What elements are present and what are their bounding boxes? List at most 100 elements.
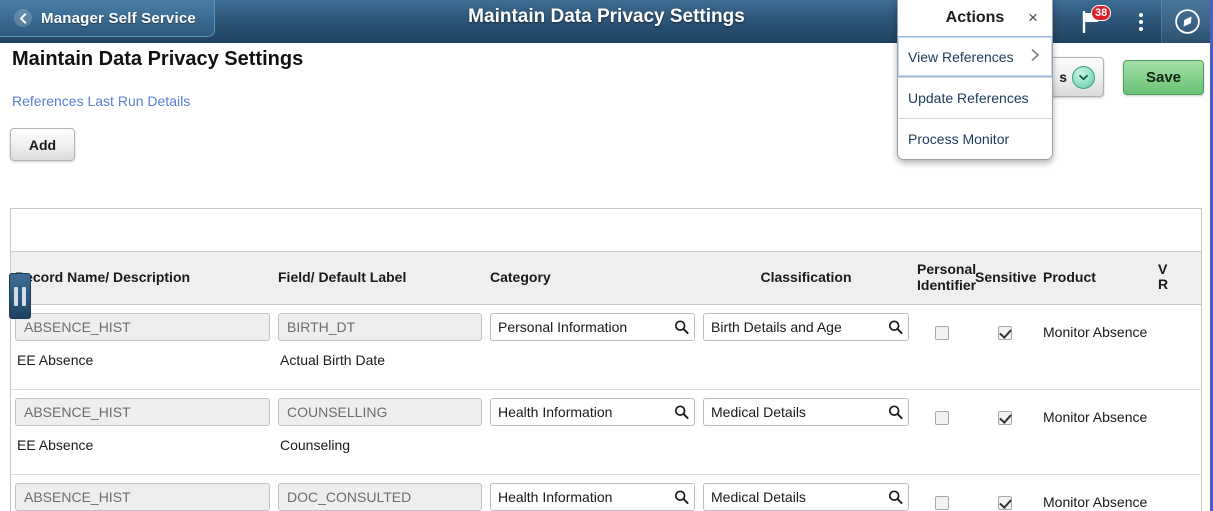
table-row: ABSENCE_HIST EE Absence COUNSELLING Coun… [11, 389, 1201, 475]
magnifier-icon[interactable] [674, 404, 689, 419]
chevron-down-circle-icon [1072, 65, 1095, 89]
column-header-product[interactable]: Product [1039, 252, 1154, 305]
header-icon-group: 38 [1063, 0, 1210, 43]
personal-identifier-checkbox[interactable] [935, 325, 949, 340]
classification-value: Birth Details and Age [711, 318, 842, 335]
column-header-field-label[interactable]: Field/ Default Label [274, 252, 486, 305]
category-value: Health Information [498, 488, 613, 505]
record-name-field: ABSENCE_HIST [15, 397, 270, 426]
cell-category: Personal Information [486, 304, 699, 390]
classification-value: Medical Details [711, 488, 806, 505]
record-name-field: ABSENCE_HIST [15, 312, 270, 341]
column-header-classification[interactable]: Classification [699, 252, 913, 305]
cell-product: Monitor Absence [1039, 304, 1154, 390]
classification-lookup-input[interactable]: Medical Details [703, 482, 909, 511]
chevron-right-icon [1031, 48, 1040, 65]
close-icon[interactable]: × [1024, 8, 1042, 26]
data-privacy-grid: Record Name/ Description Field/ Default … [9, 208, 1202, 511]
record-name-field: ABSENCE_HIST [15, 482, 270, 511]
table-row: ABSENCE_HIST EE Absence BIRTH_DT Actual … [11, 304, 1201, 390]
cell-classification: Medical Details [699, 389, 913, 475]
cell-category: Health Information [486, 389, 699, 475]
table-row: ABSENCE_HIST DOC_CONSULTED Health Inform… [11, 474, 1201, 511]
menu-item-process-monitor[interactable]: Process Monitor [898, 118, 1052, 159]
navigator-button[interactable] [1161, 0, 1210, 43]
personal-identifier-checkbox[interactable] [935, 495, 949, 510]
notification-flag-button[interactable]: 38 [1063, 0, 1121, 43]
classification-lookup-input[interactable]: Medical Details [703, 397, 909, 426]
kebab-menu-icon [1139, 12, 1143, 31]
magnifier-icon[interactable] [888, 319, 903, 334]
actions-popup-title: Actions [945, 8, 1005, 26]
category-lookup-input[interactable]: Health Information [490, 397, 695, 426]
column-header-sensitive[interactable]: Sensitive [971, 252, 1039, 305]
column-header-record-name[interactable]: Record Name/ Description [11, 252, 274, 305]
menu-item-update-references[interactable]: Update References [898, 77, 1052, 118]
menu-item-view-references-label: View References [908, 48, 1014, 65]
cell-sensitive [971, 304, 1039, 390]
actions-popup-header: Actions × [898, 0, 1052, 36]
back-button-label: Manager Self Service [41, 9, 196, 27]
cell-sensitive [971, 389, 1039, 475]
cell-personal-identifier [913, 304, 971, 390]
category-lookup-input[interactable]: Personal Information [490, 312, 695, 341]
cell-sensitive [971, 474, 1039, 511]
cell-record-name: ABSENCE_HIST EE Absence [11, 389, 274, 475]
actions-popup-menu: Actions × View References Update Referen… [897, 0, 1053, 160]
menu-item-update-references-label: Update References [908, 90, 1029, 106]
classification-lookup-input[interactable]: Birth Details and Age [703, 312, 909, 341]
field-default-label: Counseling [280, 436, 351, 453]
cell-product: Monitor Absence [1039, 389, 1154, 475]
cell-field-name: DOC_CONSULTED [274, 474, 486, 511]
cell-view-references [1154, 304, 1201, 390]
cell-field-name: COUNSELLING Counseling [274, 389, 486, 475]
cell-product: Monitor Absence [1039, 474, 1154, 511]
field-name-field: DOC_CONSULTED [278, 482, 482, 511]
personal-identifier-checkbox[interactable] [935, 410, 949, 425]
references-last-run-details-link[interactable]: References Last Run Details [12, 93, 190, 109]
record-description: EE Absence [17, 436, 94, 453]
back-to-manager-self-service-button[interactable]: Manager Self Service [0, 0, 215, 37]
cell-classification: Medical Details [699, 474, 913, 511]
sensitive-checkbox[interactable] [998, 495, 1012, 510]
cell-view-references [1154, 474, 1201, 511]
cell-record-name: ABSENCE_HIST [11, 474, 274, 511]
cell-personal-identifier [913, 474, 971, 511]
cell-view-references [1154, 389, 1201, 475]
classification-value: Medical Details [711, 403, 806, 420]
column-header-view-references[interactable]: VR [1154, 252, 1201, 305]
magnifier-icon[interactable] [674, 489, 689, 504]
category-value: Health Information [498, 403, 613, 420]
record-description: EE Absence [17, 351, 94, 368]
magnifier-icon[interactable] [674, 319, 689, 334]
sensitive-checkbox[interactable] [998, 410, 1012, 425]
cell-record-name: ABSENCE_HIST EE Absence [11, 304, 274, 390]
cell-classification: Birth Details and Age [699, 304, 913, 390]
notification-count-badge: 38 [1091, 5, 1112, 21]
field-name-field: COUNSELLING [278, 397, 482, 426]
category-value: Personal Information [498, 318, 628, 335]
magnifier-icon[interactable] [888, 404, 903, 419]
magnifier-icon[interactable] [888, 489, 903, 504]
field-name-field: BIRTH_DT [278, 312, 482, 341]
menu-item-view-references[interactable]: View References [898, 36, 1052, 77]
field-default-label: Actual Birth Date [280, 351, 386, 368]
chevron-left-icon [14, 9, 32, 27]
save-button[interactable]: Save [1123, 60, 1204, 95]
cell-field-name: BIRTH_DT Actual Birth Date [274, 304, 486, 390]
cell-personal-identifier [913, 389, 971, 475]
add-button[interactable]: Add [10, 128, 75, 161]
actions-trigger-label: s [1059, 69, 1067, 85]
more-options-button[interactable] [1121, 0, 1161, 43]
settings-table: Record Name/ Description Field/ Default … [11, 252, 1201, 511]
page-title: Maintain Data Privacy Settings [12, 48, 304, 70]
sensitive-checkbox[interactable] [998, 325, 1012, 340]
navigator-compass-icon [1175, 9, 1200, 34]
category-lookup-input[interactable]: Health Information [490, 482, 695, 511]
table-header-row: Record Name/ Description Field/ Default … [11, 252, 1201, 305]
menu-item-process-monitor-label: Process Monitor [908, 131, 1010, 147]
column-header-category[interactable]: Category [486, 252, 699, 305]
peoplesoft-page: Manager Self Service Maintain Data Priva… [0, 0, 1213, 511]
column-header-personal-identifier[interactable]: Personal Identifier [913, 252, 976, 305]
grid-splitter-handle[interactable] [9, 273, 31, 319]
